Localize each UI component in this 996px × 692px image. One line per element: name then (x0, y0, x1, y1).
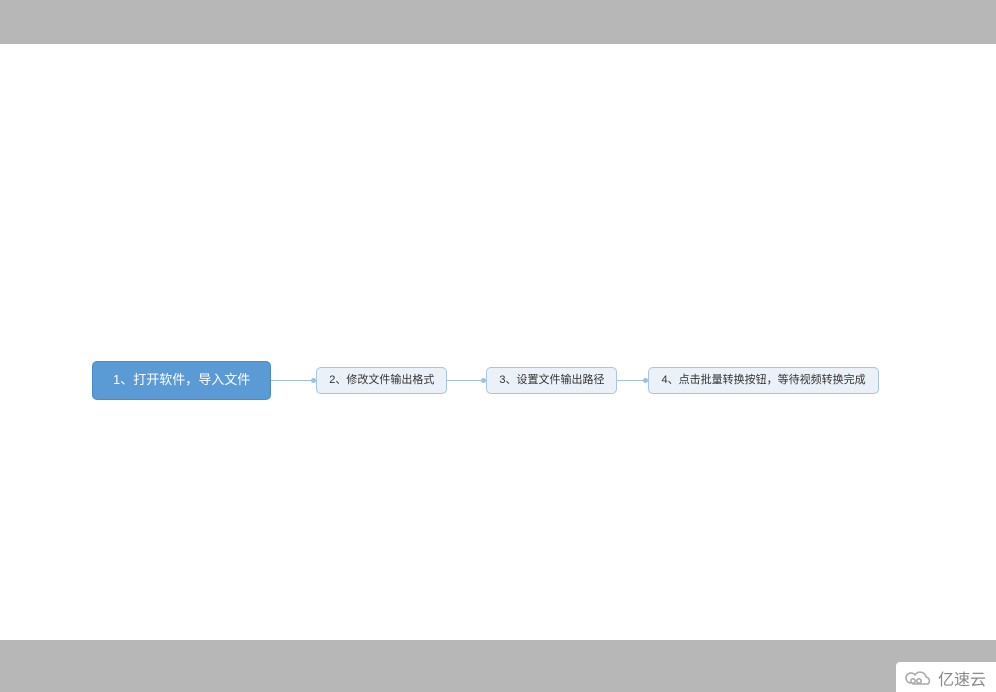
flow-node-3: 3、设置文件输出路径 (486, 367, 617, 395)
watermark-text: 亿速云 (938, 666, 986, 690)
flow-node-4-label: 4、点击批量转换按钮，等待视频转换完成 (661, 372, 865, 390)
cloud-icon (904, 668, 934, 688)
connector-line (271, 380, 311, 381)
flow-node-1-label: 1、打开软件，导入文件 (113, 370, 250, 391)
flow-row: 1、打开软件，导入文件 2、修改文件输出格式 3、设置文件输出路径 4、点击批量… (92, 361, 879, 400)
flow-node-1: 1、打开软件，导入文件 (92, 361, 271, 400)
flow-node-2-label: 2、修改文件输出格式 (329, 372, 434, 390)
watermark: 亿速云 (896, 662, 996, 692)
diagram-canvas: 1、打开软件，导入文件 2、修改文件输出格式 3、设置文件输出路径 4、点击批量… (0, 44, 996, 640)
connector-2 (447, 379, 486, 381)
connector-1 (271, 379, 316, 381)
bottom-bar: 亿速云 (0, 640, 996, 692)
connector-3 (617, 379, 648, 381)
flow-node-2: 2、修改文件输出格式 (316, 367, 447, 395)
flow-node-4: 4、点击批量转换按钮，等待视频转换完成 (648, 367, 878, 395)
top-bar (0, 0, 996, 44)
flow-node-3-label: 3、设置文件输出路径 (499, 372, 604, 390)
connector-line (447, 380, 481, 381)
connector-line (617, 380, 643, 381)
